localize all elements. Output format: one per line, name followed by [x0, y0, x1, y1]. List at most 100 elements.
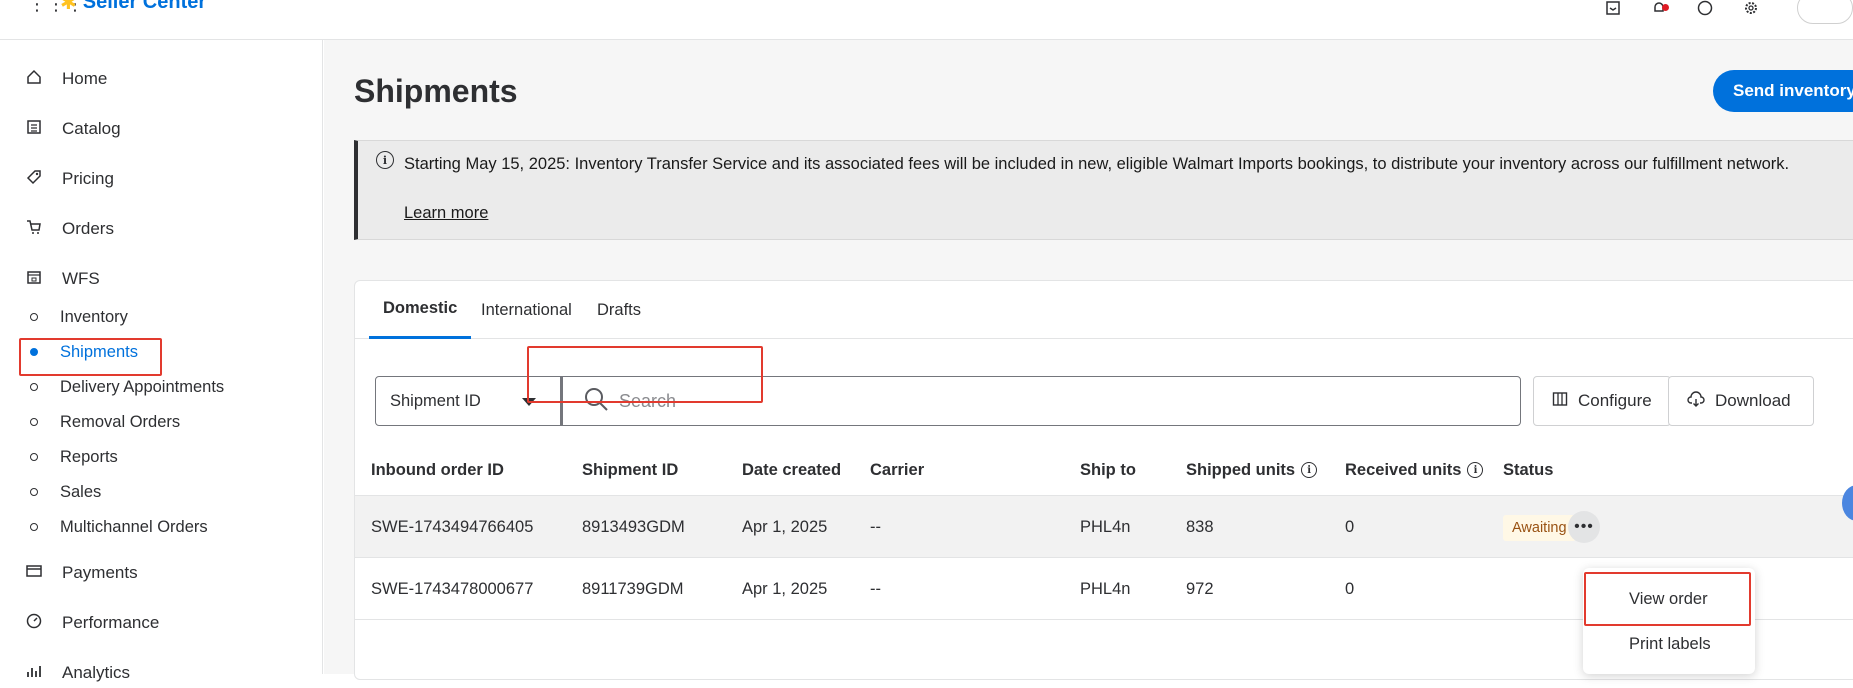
more-actions-icon[interactable]: ••• [1568, 511, 1600, 543]
sidebar-subitem-label: Inventory [60, 307, 128, 326]
sidebar-subitem-inventory[interactable]: Inventory [30, 304, 128, 330]
tab-drafts[interactable]: Drafts [583, 281, 655, 339]
bullet-icon [30, 418, 38, 426]
sidebar-item-performance[interactable]: Performance [24, 608, 159, 638]
sidebar-item-payments[interactable]: Payments [24, 558, 138, 588]
sidebar-subitem-reports[interactable]: Reports [30, 444, 118, 470]
column-header[interactable]: Ship to [1080, 446, 1136, 494]
info-icon: i [376, 151, 394, 169]
sidebar-item-label: Catalog [62, 119, 121, 138]
sidebar-item-wfs[interactable]: WFS [24, 264, 100, 294]
sidebar-item-label: Analytics [62, 663, 131, 682]
inbox-icon[interactable] [1603, 0, 1623, 18]
column-header-label: Date created [742, 460, 842, 479]
sidebar-item-catalog[interactable]: Catalog [24, 114, 121, 144]
column-header[interactable]: Carrier [870, 446, 924, 494]
cell-ship-to: PHL4n [1080, 579, 1131, 598]
bullet-icon [30, 488, 38, 496]
table-header: Inbound order ID Shipment ID Date create… [355, 446, 1853, 494]
sidebar-item-label: Orders [62, 219, 114, 238]
column-header[interactable]: Shipment ID [582, 446, 678, 494]
cell-date-created: Apr 1, 2025 [742, 517, 828, 536]
cloud-download-icon [1687, 390, 1705, 412]
column-header-label: Shipped units [1186, 460, 1296, 479]
column-header[interactable]: Status [1503, 446, 1553, 494]
menu-item-print-labels[interactable]: Print labels [1629, 635, 1711, 654]
table-row[interactable]: SWE-1743494766405 8913493GDM Apr 1, 2025… [355, 495, 1853, 557]
sidebar-item-label: WFS [62, 269, 100, 288]
cell-shipped-units: 838 [1186, 517, 1214, 536]
download-button[interactable]: Download [1668, 376, 1814, 426]
bell-icon[interactable] [1649, 0, 1669, 18]
walmart-spark-icon: ✱ [60, 0, 77, 14]
gear-icon[interactable] [1741, 0, 1761, 18]
sidebar-subitem-label: Delivery Appointments [60, 377, 225, 396]
sidebar: Home Catalog Pricing Orders WFS Inventor… [0, 40, 323, 682]
sidebar-subitem-sales[interactable]: Sales [30, 479, 101, 505]
column-header-label: Carrier [870, 460, 925, 479]
cell-inbound-order-id: SWE-1743478000677 [371, 579, 534, 598]
cell-shipped-units: 972 [1186, 579, 1214, 598]
gauge-icon [24, 613, 44, 634]
highlight-box-search [527, 346, 763, 403]
sidebar-subitem-delivery-appointments[interactable]: Delivery Appointments [30, 374, 224, 400]
tag-icon [24, 169, 44, 190]
download-label: Download [1715, 391, 1791, 410]
help-icon[interactable] [1695, 0, 1715, 18]
highlight-box-shipments [19, 338, 162, 376]
bullet-icon [30, 453, 38, 461]
bullet-icon [30, 383, 38, 391]
cell-inbound-order-id: SWE-1743494766405 [371, 517, 534, 536]
cell-carrier: -- [870, 517, 881, 536]
learn-more-link[interactable]: Learn more [404, 204, 488, 223]
column-header[interactable]: Inbound order ID [371, 446, 504, 494]
tab-domestic[interactable]: Domestic [369, 281, 472, 339]
notification-dot [1662, 4, 1669, 11]
cell-received-units: 0 [1345, 517, 1355, 536]
info-icon[interactable]: i [1467, 462, 1484, 478]
logo[interactable]: ✱ Seller Center [60, 0, 206, 15]
page-title: Shipments [354, 73, 518, 109]
send-inventory-button[interactable]: Send inventory [1713, 70, 1853, 112]
alert-text: Starting May 15, 2025: Inventory Transfe… [404, 155, 1790, 173]
top-bar: ⋮⋮⋮ ✱ Seller Center [0, 0, 1853, 40]
cell-date-created: Apr 1, 2025 [742, 579, 828, 598]
column-header[interactable]: Received units i [1345, 446, 1484, 494]
cell-carrier: -- [870, 579, 881, 598]
configure-label: Configure [1578, 391, 1652, 410]
column-header[interactable]: Date created [742, 446, 841, 494]
sidebar-item-orders[interactable]: Orders [24, 214, 114, 244]
sidebar-item-label: Payments [62, 563, 138, 582]
top-icons [1603, 0, 1853, 24]
highlight-box-view-order [1584, 572, 1751, 626]
sidebar-item-analytics[interactable]: Analytics [24, 658, 130, 688]
home-icon [24, 69, 44, 90]
sidebar-item-label: Pricing [62, 169, 114, 188]
warehouse-icon [24, 269, 44, 290]
sidebar-item-home[interactable]: Home [24, 64, 107, 94]
configure-button[interactable]: Configure [1533, 376, 1671, 426]
cell-ship-to: PHL4n [1080, 517, 1131, 536]
tab-international[interactable]: International [467, 281, 586, 339]
sidebar-item-pricing[interactable]: Pricing [24, 164, 114, 194]
cart-icon [24, 219, 44, 240]
locale-avatar[interactable] [1797, 0, 1853, 24]
chart-icon [24, 663, 44, 684]
card-icon [24, 563, 44, 584]
bullet-icon [30, 313, 38, 321]
sidebar-subitem-removal-orders[interactable]: Removal Orders [30, 409, 180, 435]
info-icon[interactable]: i [1301, 462, 1318, 478]
sidebar-item-label: Performance [62, 613, 160, 632]
column-header-label: Status [1503, 460, 1554, 479]
sidebar-subitem-multichannel-orders[interactable]: Multichannel Orders [30, 514, 208, 540]
cell-received-units: 0 [1345, 579, 1355, 598]
info-alert: i Starting May 15, 2025: Inventory Trans… [354, 140, 1853, 240]
column-header-label: Ship to [1080, 460, 1136, 479]
sidebar-subitem-label: Multichannel Orders [60, 517, 208, 536]
cell-shipment-id: 8913493GDM [582, 517, 685, 536]
sidebar-subitem-label: Reports [60, 447, 118, 466]
brand-name: Seller Center [82, 0, 207, 13]
column-header[interactable]: Shipped units i [1186, 446, 1318, 494]
column-header-label: Shipment ID [582, 460, 679, 479]
tab-bar: Domestic International Drafts [355, 281, 1853, 339]
